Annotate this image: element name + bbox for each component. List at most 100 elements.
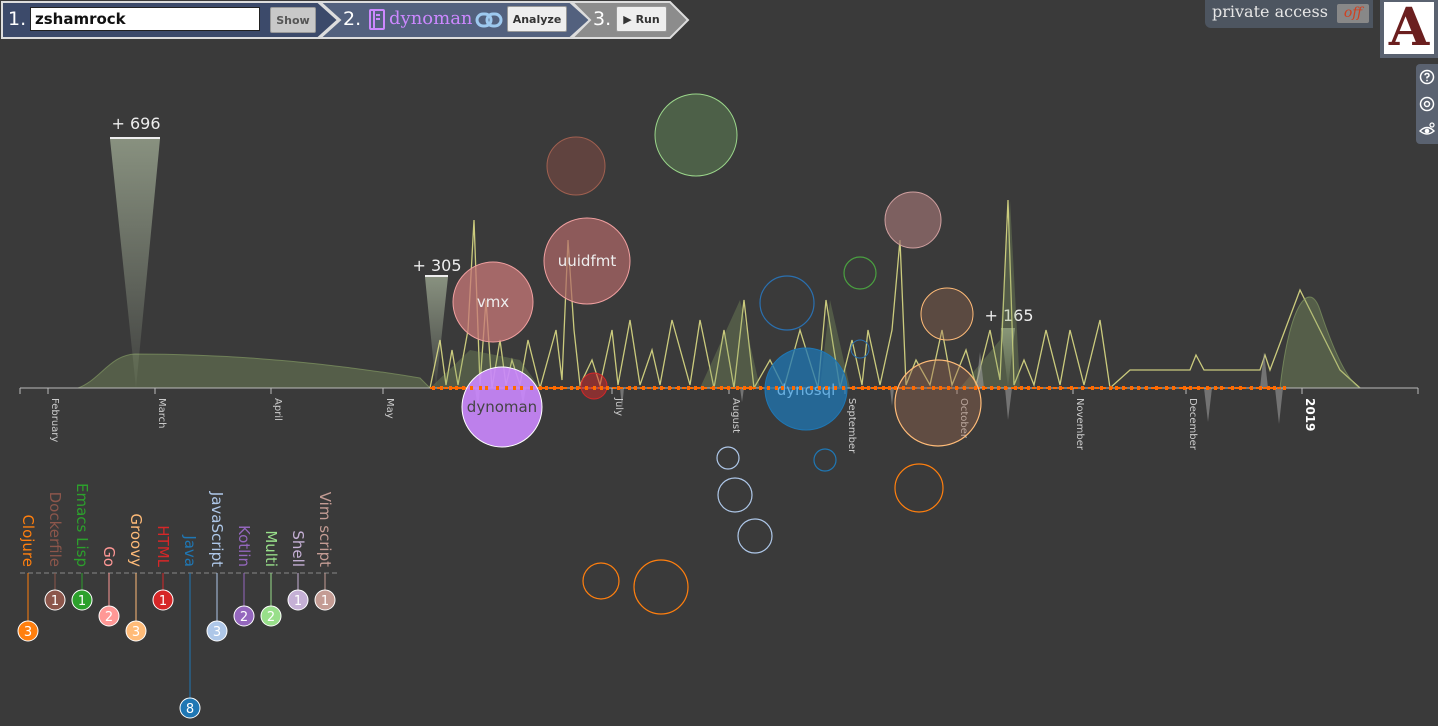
month-label: October bbox=[958, 398, 969, 439]
repo-book-icon bbox=[369, 9, 385, 30]
commit-marker bbox=[485, 386, 488, 390]
commit-marker bbox=[921, 386, 924, 390]
language-count-badge[interactable] bbox=[125, 620, 147, 642]
month-label: August bbox=[730, 398, 741, 433]
peak-label: + 696 bbox=[111, 114, 160, 133]
peak-label: + 305 bbox=[412, 256, 461, 275]
activity-area bbox=[430, 200, 1020, 388]
commit-marker bbox=[743, 386, 746, 390]
commit-marker bbox=[874, 386, 877, 390]
repo-bubble bbox=[884, 191, 942, 249]
language-count-badge[interactable] bbox=[98, 605, 120, 627]
month-label: December bbox=[1187, 398, 1198, 451]
repo-bubble bbox=[654, 93, 738, 177]
language-label[interactable]: Groovy bbox=[127, 513, 145, 567]
private-access-toggle[interactable]: off bbox=[1337, 4, 1369, 23]
language-count-badge[interactable] bbox=[152, 589, 174, 611]
commit-marker bbox=[1130, 386, 1133, 390]
language-count: 1 bbox=[294, 594, 302, 609]
repo-bubble bbox=[850, 339, 870, 359]
commit-marker bbox=[799, 386, 802, 390]
language-label[interactable]: Shell bbox=[289, 530, 307, 567]
show-button[interactable]: Show bbox=[270, 7, 316, 33]
month-labels: February March April May July August Sep… bbox=[49, 397, 1317, 454]
month-label: April bbox=[272, 398, 283, 421]
commit-markers bbox=[432, 386, 1286, 390]
language-count-badge[interactable] bbox=[206, 620, 228, 642]
eye-icon[interactable] bbox=[1419, 122, 1435, 138]
analyze-button[interactable]: Analyze bbox=[507, 6, 567, 32]
commit-marker bbox=[539, 386, 542, 390]
commit-marker bbox=[867, 386, 870, 390]
commit-marker bbox=[1145, 386, 1148, 390]
activity-spike bbox=[425, 277, 448, 388]
language-count-badge[interactable] bbox=[233, 605, 255, 627]
commit-marker bbox=[997, 386, 1000, 390]
commit-marker bbox=[939, 386, 942, 390]
commit-marker bbox=[1239, 386, 1242, 390]
help-icon[interactable] bbox=[1419, 69, 1435, 85]
language-count-badge[interactable] bbox=[17, 620, 39, 642]
commit-marker bbox=[677, 386, 680, 390]
language-label[interactable]: Kotlin bbox=[235, 525, 253, 567]
repo-name[interactable]: dynoman bbox=[389, 8, 473, 29]
language-count-badge[interactable] bbox=[314, 589, 336, 611]
repo-bubble bbox=[764, 347, 848, 431]
language-label[interactable]: Vim script bbox=[316, 492, 334, 567]
commit-marker bbox=[825, 386, 828, 390]
language-count-badge[interactable] bbox=[287, 589, 309, 611]
commit-marker bbox=[545, 386, 548, 390]
commit-marker bbox=[1109, 386, 1112, 390]
commit-marker bbox=[1137, 386, 1140, 390]
commit-marker bbox=[1081, 386, 1084, 390]
step-1-number: 1. bbox=[8, 8, 27, 30]
commit-marker bbox=[660, 386, 663, 390]
commit-marker bbox=[834, 386, 837, 390]
repo-label: vmx bbox=[477, 293, 509, 311]
settings-icon[interactable] bbox=[1419, 96, 1435, 112]
commit-marker bbox=[440, 386, 443, 390]
month-label: 2019 bbox=[1303, 398, 1317, 431]
language-label[interactable]: JavaScript bbox=[208, 491, 226, 567]
commit-marker bbox=[720, 386, 723, 390]
commit-marker bbox=[479, 386, 482, 390]
commit-marker bbox=[593, 386, 596, 390]
language-label[interactable]: Dockerfile bbox=[46, 492, 64, 567]
commit-marker bbox=[520, 386, 523, 390]
repo-bubbles: uuidfmt vmx dynoman dynosql bbox=[452, 93, 982, 615]
language-label[interactable]: HTML bbox=[154, 525, 172, 567]
language-count-badge[interactable] bbox=[179, 697, 201, 719]
commit-marker bbox=[1020, 386, 1023, 390]
commit-marker bbox=[1172, 386, 1175, 390]
link-icon[interactable] bbox=[475, 11, 503, 29]
language-count-badge[interactable] bbox=[71, 589, 93, 611]
commit-marker bbox=[553, 386, 556, 390]
language-label[interactable]: Go bbox=[100, 546, 118, 567]
run-button[interactable]: ▶ Run bbox=[616, 6, 667, 32]
activity-line bbox=[429, 199, 1361, 391]
language-label[interactable]: Java bbox=[181, 534, 199, 567]
language-count-badge[interactable] bbox=[44, 589, 66, 611]
commit-marker bbox=[1091, 386, 1094, 390]
commit-marker bbox=[606, 386, 609, 390]
commit-marker bbox=[1122, 386, 1125, 390]
commit-marker bbox=[712, 386, 715, 390]
language-count: 3 bbox=[132, 625, 140, 640]
repo-bubble bbox=[813, 448, 837, 472]
commit-marker bbox=[955, 386, 958, 390]
commit-marker bbox=[1220, 386, 1223, 390]
language-label[interactable]: Emacs Lisp bbox=[73, 483, 91, 567]
commit-marker bbox=[767, 386, 770, 390]
commit-marker bbox=[1231, 386, 1234, 390]
language-count: 2 bbox=[105, 610, 113, 625]
language-count: 3 bbox=[24, 625, 32, 640]
username-input[interactable] bbox=[30, 7, 260, 31]
language-count: 8 bbox=[186, 702, 194, 717]
commit-marker bbox=[749, 386, 752, 390]
language-count-badge[interactable] bbox=[260, 605, 282, 627]
language-label[interactable]: Clojure bbox=[19, 514, 37, 567]
commit-marker bbox=[470, 386, 473, 390]
language-label[interactable]: Multi bbox=[262, 530, 280, 567]
app-logo[interactable]: A bbox=[1380, 0, 1438, 58]
repo-label: dynoman bbox=[467, 398, 537, 416]
